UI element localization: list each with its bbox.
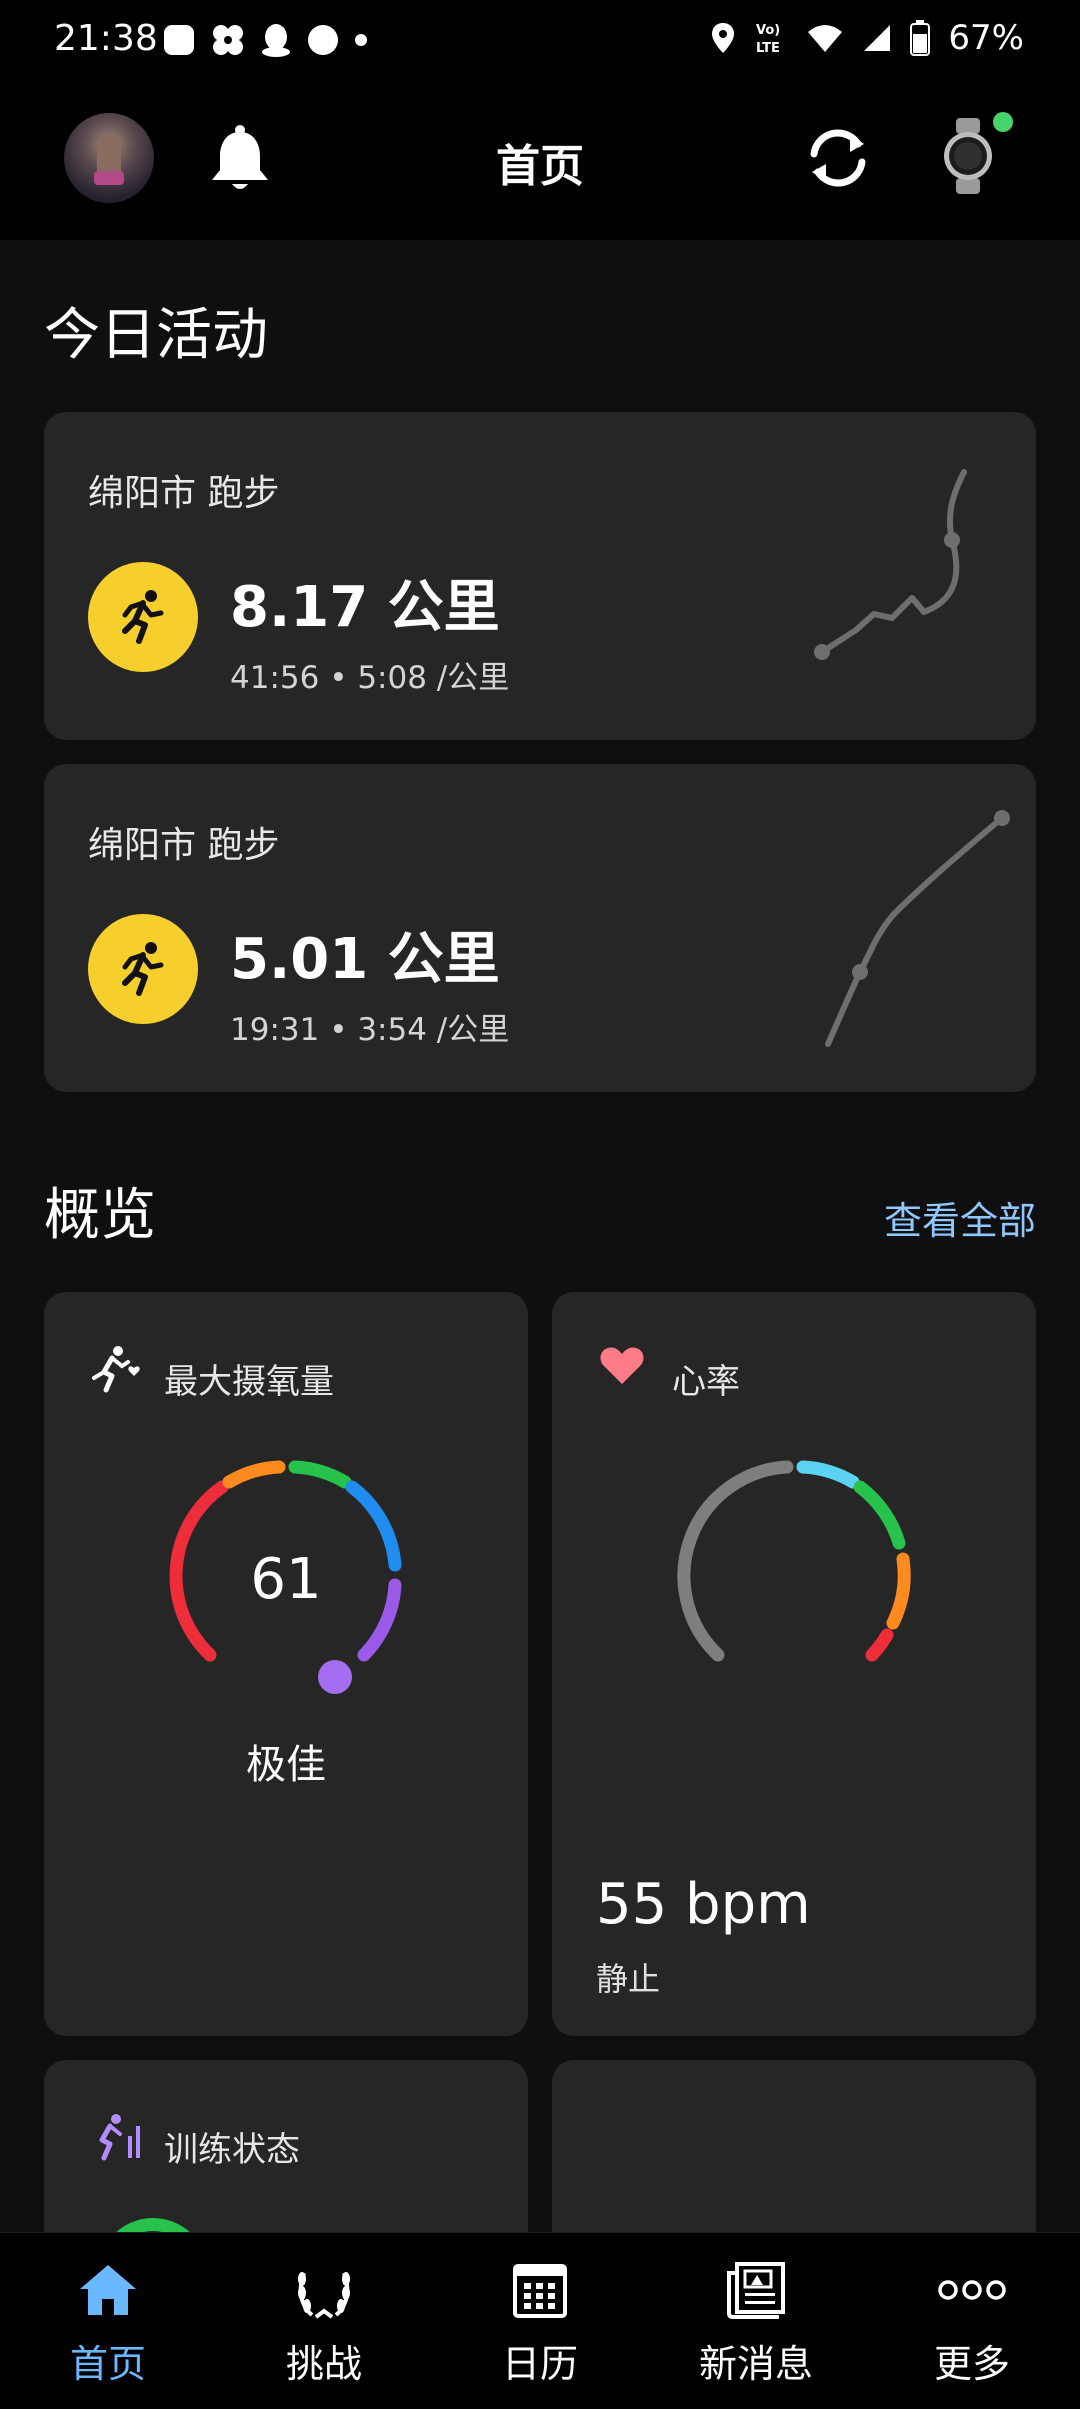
vo2max-tile[interactable]: 最大摄氧量 61 极佳 (44, 1292, 528, 2036)
status-time: 21:38 (54, 18, 158, 59)
home-icon (80, 2265, 136, 2315)
newsfeed-icon (727, 2262, 785, 2319)
overview-section-title: 概览 (44, 1183, 156, 1248)
heart-rate-tile[interactable]: 心率 55 bpm 静止 (552, 1292, 1036, 2036)
running-icon (122, 942, 164, 996)
activity-title: 绵阳市 跑步 (88, 473, 280, 514)
laurel-icon (298, 2272, 350, 2319)
nav-calendar-label: 日历 (501, 2342, 578, 2386)
vo2max-value: 61 (250, 1547, 322, 1612)
signal-icon (864, 25, 891, 51)
nav-home-label: 首页 (69, 2342, 146, 2386)
today-section-title: 今日活动 (44, 303, 268, 368)
svg-text:Vo): Vo) (756, 23, 780, 38)
watch-icon[interactable] (940, 116, 996, 196)
route-map-thumbnail (825, 810, 1010, 1047)
training-status-gauge-edge (98, 2218, 208, 2232)
nav-newsfeed[interactable]: 新消息 (676, 2255, 836, 2388)
activity-card[interactable]: 绵阳市 跑步 8.17 公里 41:56 • 5:08 /公里 (44, 412, 1036, 740)
heart-icon (600, 1347, 644, 1384)
view-all-link[interactable]: 查看全部 (884, 1190, 1036, 1245)
page-title: 首页 (496, 141, 584, 192)
nav-newsfeed-label: 新消息 (698, 2342, 813, 2386)
volte-icon: Vo) LTE (756, 23, 780, 56)
notification-icons (162, 22, 368, 58)
route-map-thumbnail (814, 469, 967, 660)
home-feed[interactable]: 今日活动 绵阳市 跑步 8.17 公里 41:56 • 5:08 /公里 绵阳市… (0, 240, 1080, 2232)
svg-text:LTE: LTE (756, 41, 780, 56)
heart-rate-title: 心率 (672, 1362, 740, 1402)
activity-time-pace: 19:31 • 3:54 /公里 (230, 1012, 510, 1048)
bottom-navigation: 首页 挑战 日历 新消息 更多 (0, 2232, 1080, 2409)
nav-challenges[interactable]: 挑战 (244, 2255, 404, 2388)
activity-type-badge (88, 914, 198, 1024)
nav-home[interactable]: 首页 (28, 2255, 188, 2388)
training-status-icon (99, 2114, 140, 2161)
resting-heart-rate-label: 静止 (596, 1960, 661, 1998)
nav-more[interactable]: 更多 (892, 2255, 1052, 2388)
activity-time-pace: 41:56 • 5:08 /公里 (230, 660, 510, 696)
activity-distance: 5.01 公里 (230, 927, 500, 992)
app-bar: 首页 (0, 80, 1080, 240)
nav-calendar[interactable]: 日历 (460, 2255, 620, 2388)
status-bar: 21:38 Vo) LTE 67% (0, 0, 1080, 80)
activity-distance: 8.17 公里 (230, 575, 500, 640)
sync-icon[interactable] (800, 120, 876, 196)
calendar-icon (513, 2264, 567, 2318)
circle-icon (308, 25, 338, 55)
training-status-title: 训练状态 (164, 2130, 300, 2170)
qq-icon (262, 24, 290, 57)
battery-icon (910, 20, 931, 56)
nav-challenges-label: 挑战 (285, 2342, 362, 2386)
dot-icon (355, 34, 367, 46)
vo2max-icon (92, 1346, 140, 1393)
more-icon (938, 2280, 1006, 2300)
vo2max-title: 最大摄氧量 (164, 1362, 334, 1402)
system-status-icons: Vo) LTE 67% (710, 18, 1024, 58)
resting-heart-rate-value: 55 bpm (596, 1872, 811, 1937)
activity-card[interactable]: 绵阳市 跑步 5.01 公里 19:31 • 3:54 /公里 (44, 764, 1036, 1092)
heart-rate-gauge (677, 1460, 911, 1662)
overview-tile-empty[interactable] (552, 2060, 1036, 2232)
pinwheel-icon (213, 25, 243, 55)
nav-more-label: 更多 (933, 2342, 1010, 2386)
running-icon (122, 590, 164, 644)
square-app-icon (164, 25, 194, 55)
activity-type-badge (88, 562, 198, 672)
wifi-icon (808, 25, 843, 52)
battery-percent: 67% (948, 18, 1024, 58)
vo2max-current-marker (318, 1660, 352, 1694)
training-status-tile[interactable]: 训练状态 (44, 2060, 528, 2232)
device-connected-dot (993, 112, 1013, 132)
activity-title: 绵阳市 跑步 (88, 825, 280, 866)
vo2max-rating: 极佳 (246, 1742, 326, 1788)
location-icon (712, 23, 735, 53)
